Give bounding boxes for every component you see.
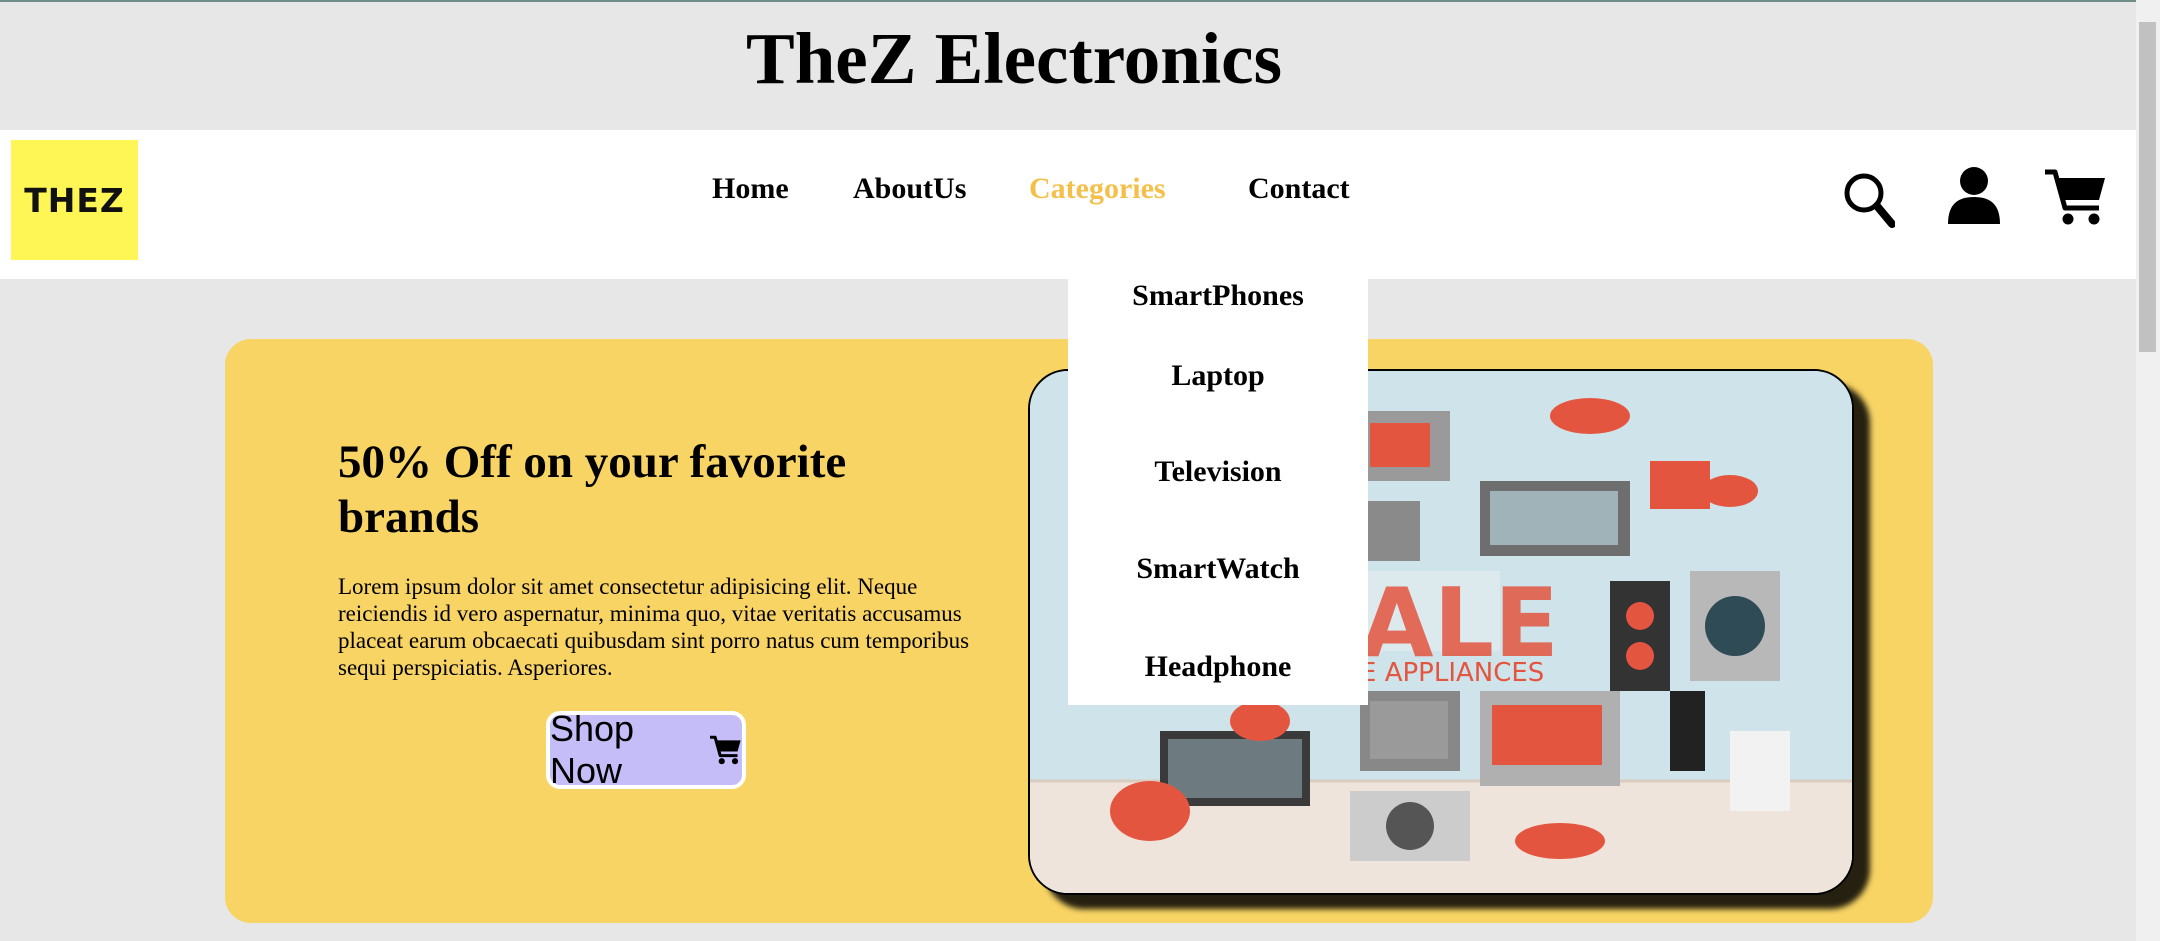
nav-contact[interactable]: Contact — [1248, 172, 1350, 206]
scrollbar-thumb[interactable] — [2139, 22, 2156, 352]
nav-home[interactable]: Home — [712, 172, 789, 206]
cart-icon — [710, 735, 741, 765]
search-icon[interactable] — [1843, 172, 1895, 228]
site-title: TheZ Electronics — [746, 18, 1282, 99]
dropdown-item-headphone[interactable]: Headphone — [1068, 650, 1368, 684]
nav-categories[interactable]: Categories — [1029, 172, 1166, 206]
dropdown-item-smartwatch[interactable]: SmartWatch — [1068, 552, 1368, 586]
logo-text: THEZ — [24, 180, 125, 220]
shop-now-label: Shop Now — [550, 708, 635, 791]
dropdown-item-laptop[interactable]: Laptop — [1068, 359, 1368, 393]
hero-title: 50% Off on your favorite brands — [338, 436, 847, 543]
hero-description: Lorem ipsum dolor sit amet consectetur a… — [338, 574, 970, 680]
logo[interactable]: THEZ — [11, 140, 138, 260]
nav-aboutus[interactable]: AboutUs — [853, 172, 966, 206]
window-top-border — [0, 0, 2160, 2]
sale-caption: E APPLIANCES — [1360, 658, 1544, 688]
dropdown-item-smartphones[interactable]: SmartPhones — [1068, 279, 1368, 313]
user-icon[interactable] — [1946, 166, 2002, 226]
categories-dropdown: SmartPhones Laptop Television SmartWatch… — [1068, 279, 1368, 705]
dropdown-item-television[interactable]: Television — [1068, 455, 1368, 489]
shop-now-button[interactable]: Shop Now — [546, 708, 746, 791]
cart-icon[interactable] — [2043, 168, 2107, 226]
navbar: THEZ Home AboutUs Categories Contact — [0, 130, 2136, 279]
